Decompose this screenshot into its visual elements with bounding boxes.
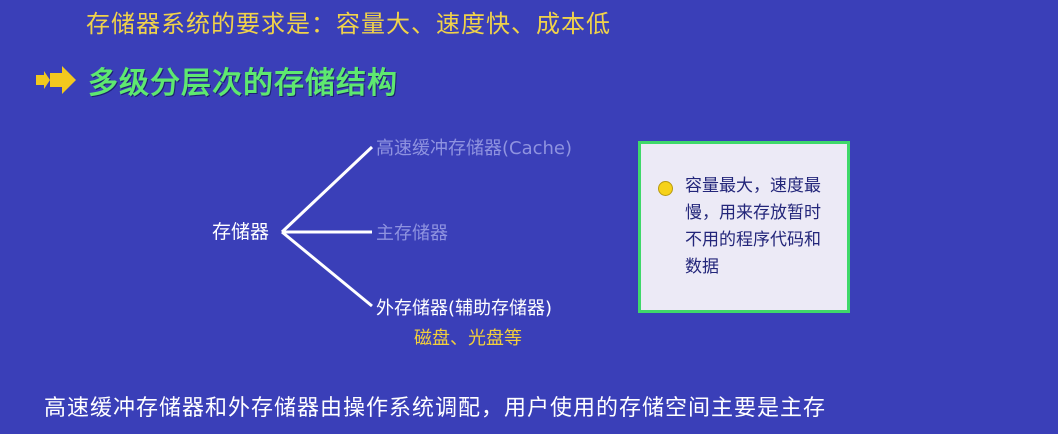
tree-branch-external-storage: 外存储器(辅助存储器): [376, 298, 553, 319]
yellow-circle-bullet-icon: [658, 181, 673, 196]
note-text: 容量最大，速度最慢，用来存放暂时不用的程序代码和数据: [685, 176, 821, 277]
tree-connector-lines: [280, 145, 374, 308]
footer-text: 高速缓冲存储器和外存储器由操作系统调配，用户使用的存储空间主要是主存: [44, 396, 827, 421]
note-box: 容量最大，速度最慢，用来存放暂时不用的程序代码和数据: [638, 141, 850, 313]
tree-branch-cache: 高速缓冲存储器(Cache): [376, 138, 573, 159]
tree-root-label: 存储器: [212, 221, 270, 243]
tree-branch-main-memory: 主存储器: [376, 223, 448, 244]
tree-branch-external-examples: 磁盘、光盘等: [414, 328, 522, 349]
